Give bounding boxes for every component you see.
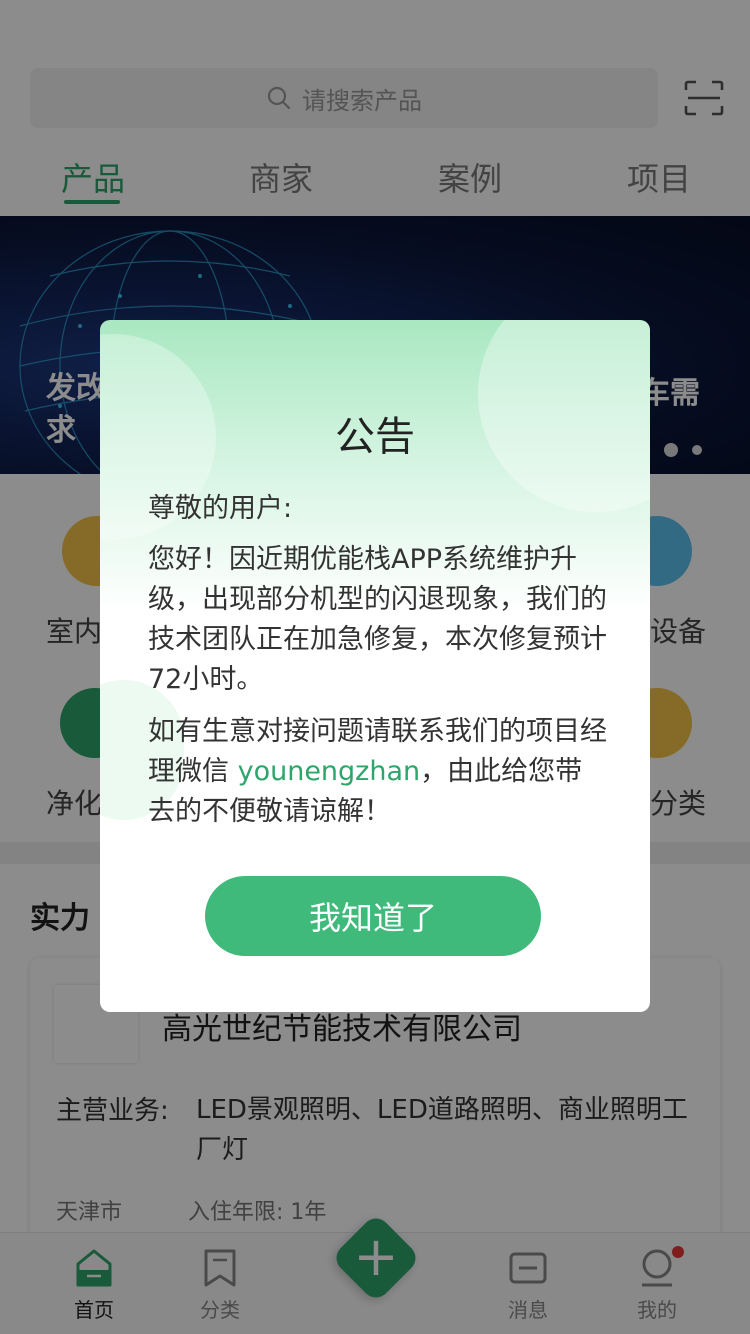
notice-dialog: 公告 尊敬的用户: 您好！因近期优能栈APP系统维护升级，出现部分机型的闪退现象… <box>100 320 650 1012</box>
notice-greeting: 尊敬的用户: <box>148 493 293 524</box>
wechat-id-link[interactable]: younengzhan <box>238 756 421 787</box>
notice-title: 公告 <box>335 414 415 460</box>
acknowledge-button[interactable]: 我知道了 <box>205 876 541 956</box>
notice-paragraph-2: 如有生意对接问题请联系我们的项目经理微信 younengzhan，由此给您带去的… <box>148 716 607 827</box>
notice-paragraph-1: 您好！因近期优能栈APP系统维护升级，出现部分机型的闪退现象，我们的技术团队正在… <box>148 544 607 695</box>
